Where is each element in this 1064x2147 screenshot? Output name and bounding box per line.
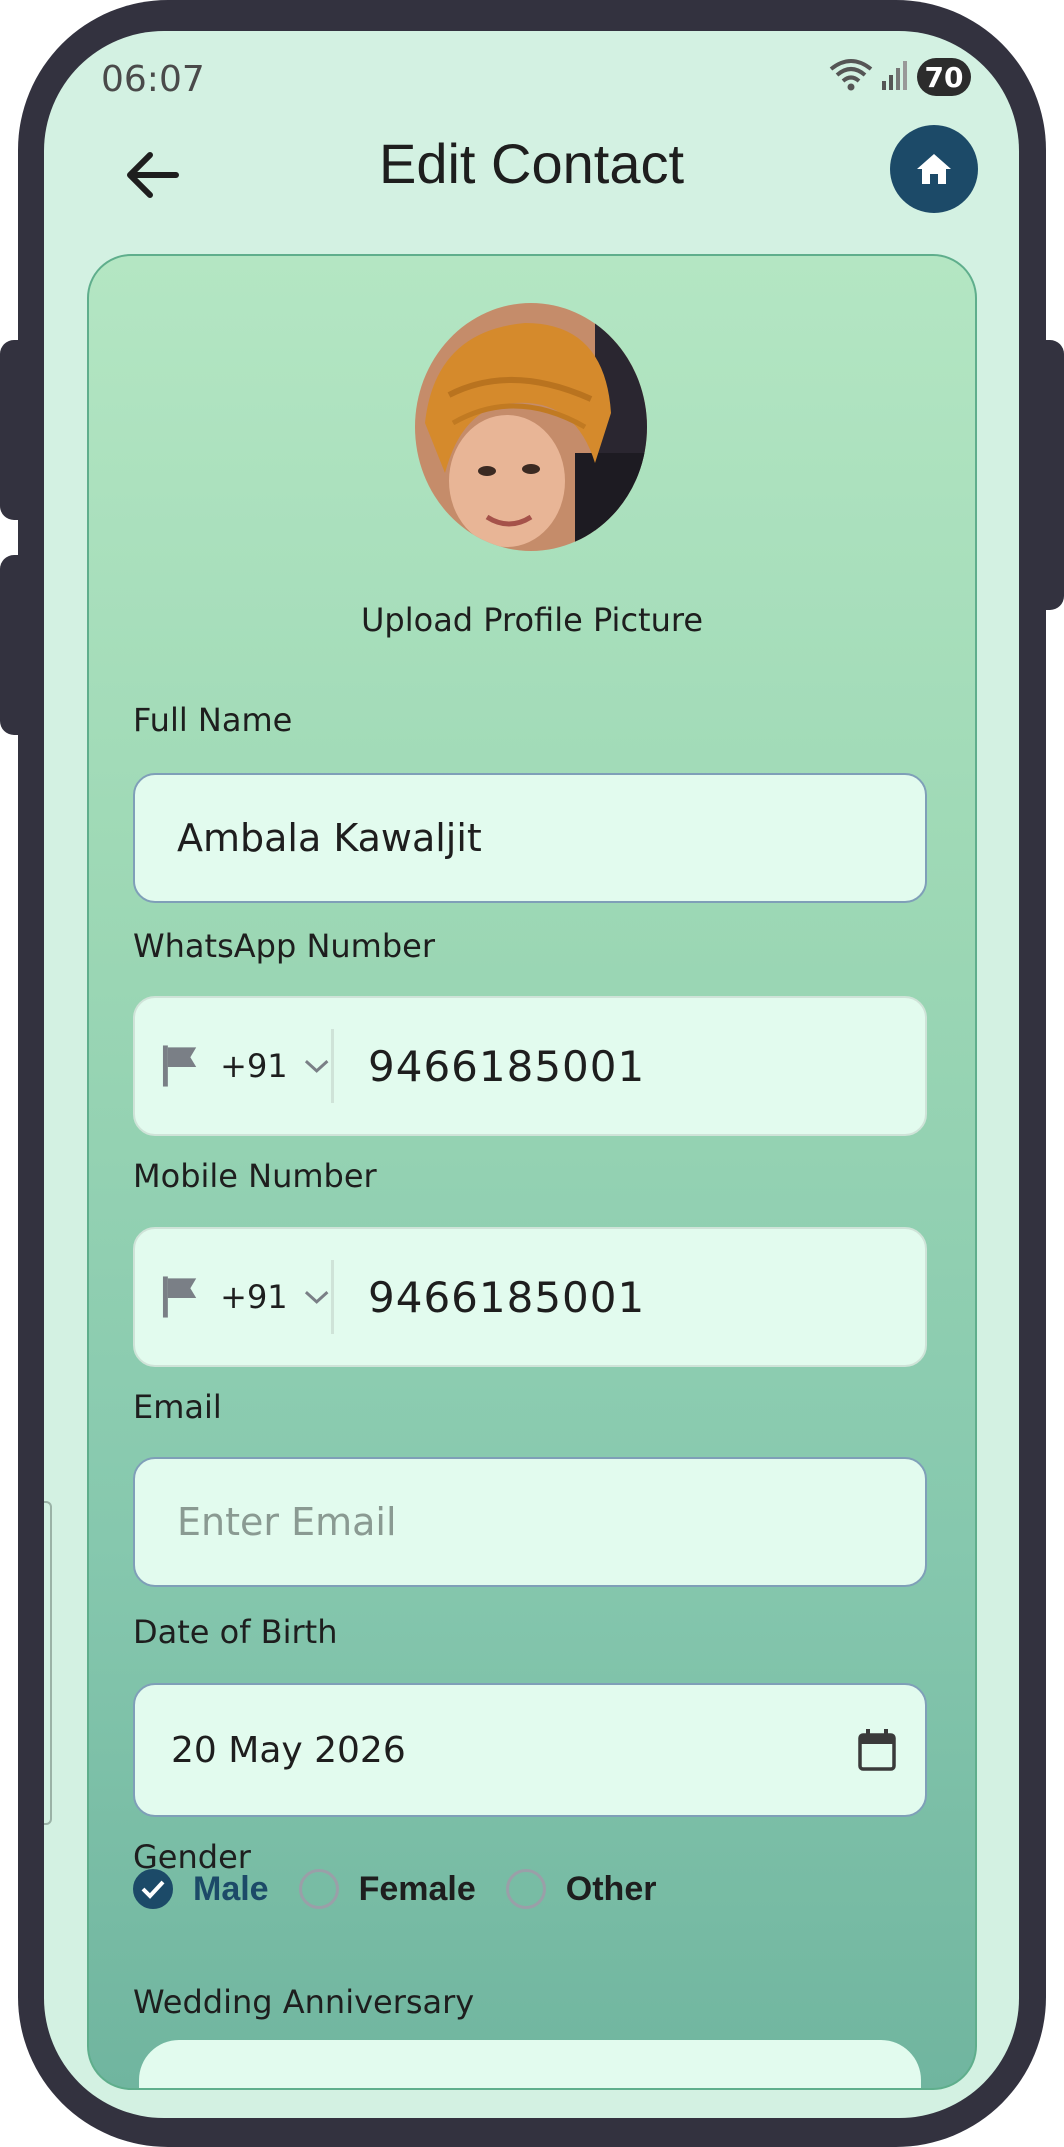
gender-other-label[interactable]: Other (566, 1870, 657, 1909)
home-button[interactable] (890, 125, 978, 213)
field-divider (331, 1029, 334, 1103)
gender-female-label[interactable]: Female (359, 1870, 476, 1909)
contact-form-card: Upload Profile Picture Full Name Ambala … (87, 254, 977, 2090)
gender-radio-group: Male Female Other (133, 1869, 686, 1909)
mobile-country-code: +91 (220, 1278, 288, 1316)
whatsapp-number-input[interactable]: 9466185001 (368, 1042, 645, 1091)
calendar-icon[interactable] (857, 1728, 897, 1772)
wedding-anniversary-label: Wedding Anniversary (133, 1983, 475, 2021)
gender-male-radio[interactable] (133, 1869, 173, 1909)
whatsapp-country-picker[interactable]: +91 (135, 1043, 331, 1089)
check-icon (141, 1880, 165, 1899)
upload-profile-picture-link[interactable]: Upload Profile Picture (89, 601, 975, 639)
page-title: Edit Contact (378, 132, 685, 195)
app-screen: 06:07 70 Edit Contact Upload Profile Pic… (44, 31, 1019, 2118)
edge-panel-handle[interactable] (44, 1501, 52, 1825)
flag-icon (162, 1276, 197, 1318)
profile-avatar[interactable] (415, 303, 647, 551)
status-icons: 70 (829, 57, 971, 97)
flag-icon (162, 1045, 197, 1087)
gender-female-radio[interactable] (298, 1869, 339, 1909)
gender-other-radio[interactable] (505, 1869, 546, 1909)
date-of-birth-input[interactable]: 20 May 2026 (133, 1683, 927, 1817)
mobile-number-label: Mobile Number (133, 1157, 377, 1195)
date-of-birth-value: 20 May 2026 (171, 1729, 406, 1771)
wedding-anniversary-input[interactable] (139, 2040, 921, 2088)
whatsapp-number-field: +91 9466185001 (133, 996, 927, 1136)
full-name-input[interactable]: Ambala Kawaljit (133, 773, 927, 903)
phone-volume-up (0, 340, 30, 520)
date-of-birth-label: Date of Birth (133, 1613, 338, 1651)
full-name-label: Full Name (133, 701, 293, 739)
wifi-icon (829, 57, 873, 97)
chevron-down-icon (304, 1060, 329, 1073)
chevron-down-icon (304, 1291, 329, 1304)
phone-volume-down (0, 555, 30, 735)
gender-male-label[interactable]: Male (193, 1870, 269, 1909)
battery-indicator: 70 (917, 58, 971, 96)
signal-icon (881, 59, 909, 95)
home-icon (917, 154, 951, 184)
field-divider (331, 1260, 334, 1334)
mobile-number-input[interactable]: 9466185001 (368, 1273, 645, 1322)
whatsapp-number-label: WhatsApp Number (133, 927, 435, 965)
mobile-number-field: +91 9466185001 (133, 1227, 927, 1367)
whatsapp-country-code: +91 (220, 1047, 288, 1085)
email-input[interactable]: Enter Email (133, 1457, 927, 1587)
email-label: Email (133, 1388, 222, 1426)
status-time: 06:07 (101, 59, 205, 100)
mobile-country-picker[interactable]: +91 (135, 1274, 331, 1320)
phone-power-button (1034, 340, 1064, 610)
